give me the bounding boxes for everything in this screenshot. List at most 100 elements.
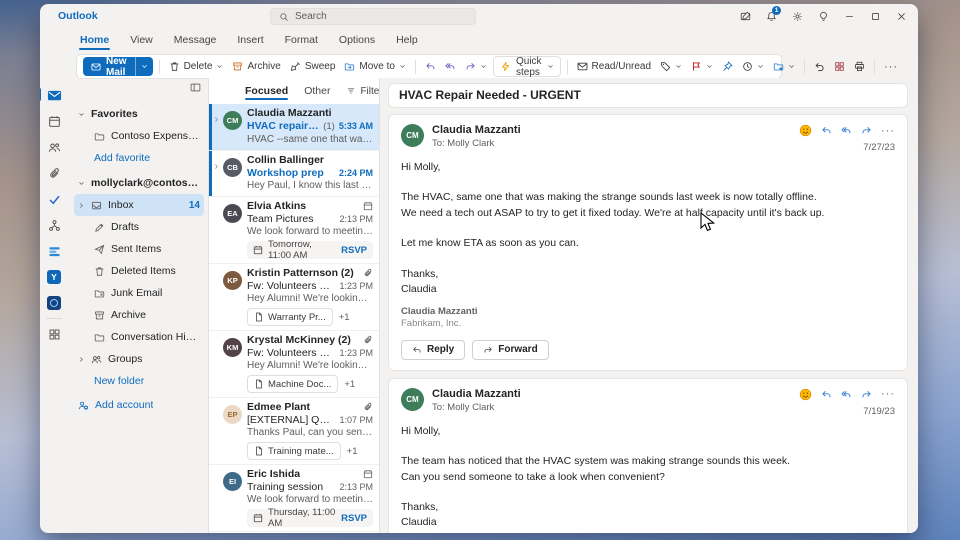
- account-header[interactable]: mollyclark@contoso.com: [74, 172, 204, 194]
- rail-org-explorer-icon[interactable]: [46, 217, 62, 233]
- folder-junk-email[interactable]: Junk Email: [74, 282, 204, 304]
- tips-lightbulb-icon[interactable]: [810, 5, 836, 27]
- more-actions-icon[interactable]: ···: [881, 126, 895, 136]
- avatar[interactable]: CM: [401, 124, 424, 147]
- rsvp-button[interactable]: RSVP: [341, 513, 367, 524]
- tab-format[interactable]: Format: [283, 32, 320, 48]
- tab-other[interactable]: Other: [304, 83, 330, 99]
- snooze-button[interactable]: [739, 59, 767, 74]
- minimize-button[interactable]: [836, 5, 862, 27]
- meeting-strip[interactable]: Tomorrow, 11:00 AM RSVP: [247, 241, 373, 259]
- feedback-icon[interactable]: [732, 5, 758, 27]
- rail-bookings-icon[interactable]: [46, 295, 62, 311]
- archive-button[interactable]: Archive: [229, 59, 283, 74]
- maximize-button[interactable]: [862, 5, 888, 27]
- pin-button[interactable]: [719, 59, 736, 74]
- reply-button[interactable]: Reply: [401, 340, 465, 360]
- search-input[interactable]: Search: [270, 8, 476, 25]
- close-button[interactable]: [888, 5, 914, 27]
- message-list-item[interactable]: KM Krystal McKinney (2) Fw: Volunteers N…: [209, 331, 379, 398]
- add-account-link[interactable]: Add account: [74, 394, 204, 416]
- move-to-button[interactable]: Move to: [341, 59, 409, 74]
- message-list-item[interactable]: CB Collin Ballinger Workshop prep2:24 PM…: [209, 151, 379, 197]
- message-list-item[interactable]: EP Edmee Plant [EXTERNAL] Quota per...1:…: [209, 398, 379, 465]
- apps-button[interactable]: [831, 59, 848, 74]
- read-unread-button[interactable]: Read/Unread: [574, 59, 654, 74]
- forward-button[interactable]: Forward: [472, 340, 548, 360]
- reply-all-icon[interactable]: [841, 125, 852, 136]
- message-list-item[interactable]: EI Eric Ishida Training session2:13 PM W…: [209, 465, 379, 532]
- sweep-button[interactable]: Sweep: [287, 59, 339, 74]
- folder-inbox[interactable]: Inbox 14: [74, 194, 204, 216]
- flag-button[interactable]: [688, 59, 716, 74]
- favorite-folder-contoso-expensese[interactable]: Contoso Expensese: [74, 125, 204, 147]
- collapse-pane-icon[interactable]: [190, 82, 201, 93]
- sender-name[interactable]: Claudia Mazzanti: [432, 388, 521, 401]
- reply-all-icon[interactable]: [841, 389, 852, 400]
- message-list-item[interactable]: CM Claudia Mazzanti HVAC repair needed -…: [209, 104, 379, 151]
- categorize-button[interactable]: [657, 59, 685, 74]
- rail-mail-icon[interactable]: [46, 87, 62, 103]
- reply-all-button[interactable]: [442, 59, 459, 74]
- filter-button[interactable]: Filter: [346, 86, 380, 97]
- rail-people-icon[interactable]: [46, 139, 62, 155]
- folder-groups[interactable]: Groups: [74, 348, 204, 370]
- forward-button[interactable]: [462, 59, 490, 74]
- rail-yammer-icon[interactable]: Y: [46, 269, 62, 285]
- rail-calendar-icon[interactable]: [46, 113, 62, 129]
- message-list-item[interactable]: DS Danial Sezer [EXTERNAL] Quota per...1…: [209, 532, 379, 533]
- attachment-more-count[interactable]: +1: [344, 379, 355, 390]
- delete-button[interactable]: Delete: [166, 59, 227, 74]
- tab-view[interactable]: View: [128, 32, 155, 48]
- forward-icon[interactable]: [861, 389, 872, 400]
- reply-icon[interactable]: [821, 125, 832, 136]
- rail-viva-engage-icon[interactable]: [46, 243, 62, 259]
- tab-insert[interactable]: Insert: [235, 32, 265, 48]
- new-mail-dropdown[interactable]: [135, 57, 153, 76]
- expand-conversation-icon[interactable]: [213, 116, 220, 123]
- attachment-chip[interactable]: Warranty Pr...: [247, 308, 333, 326]
- avatar[interactable]: CM: [401, 388, 424, 411]
- reaction-emoji-icon[interactable]: [799, 388, 812, 401]
- folder-deleted-items[interactable]: Deleted Items: [74, 260, 204, 282]
- quick-steps-button[interactable]: Quick steps: [493, 56, 561, 77]
- tab-home[interactable]: Home: [78, 32, 111, 48]
- sender-name[interactable]: Claudia Mazzanti: [432, 124, 521, 137]
- forward-icon[interactable]: [861, 125, 872, 136]
- message-list-item[interactable]: KP Kristin Patternson (2) Fw: Volunteers…: [209, 264, 379, 331]
- undo-button[interactable]: [811, 59, 828, 74]
- tab-focused[interactable]: Focused: [245, 83, 288, 99]
- attachment-chip[interactable]: Training mate...: [247, 442, 341, 460]
- message-list-item[interactable]: EA Elvia Atkins Team Pictures2:13 PM We …: [209, 197, 379, 264]
- reaction-emoji-icon[interactable]: [799, 124, 812, 137]
- meeting-strip[interactable]: Thursday, 11:00 AM RSVP: [247, 509, 373, 527]
- expand-conversation-icon[interactable]: [213, 163, 220, 170]
- reply-icon[interactable]: [821, 389, 832, 400]
- tab-options[interactable]: Options: [337, 32, 377, 48]
- rules-button[interactable]: [770, 59, 798, 74]
- folder-sent-items[interactable]: Sent Items: [74, 238, 204, 260]
- more-actions-icon[interactable]: ···: [881, 389, 895, 399]
- new-folder-link[interactable]: New folder: [74, 370, 204, 392]
- print-button[interactable]: [851, 59, 868, 74]
- folder-drafts[interactable]: Drafts: [74, 216, 204, 238]
- favorites-header[interactable]: Favorites: [74, 103, 204, 125]
- reply-button[interactable]: [422, 59, 439, 74]
- notifications-bell-icon[interactable]: 1: [758, 5, 784, 27]
- settings-gear-icon[interactable]: [784, 5, 810, 27]
- rail-files-paperclip-icon[interactable]: [46, 165, 62, 181]
- new-mail-button[interactable]: New Mail: [83, 57, 153, 76]
- folder-archive[interactable]: Archive: [74, 304, 204, 326]
- add-favorite-link[interactable]: Add favorite: [74, 147, 204, 169]
- attachment-more-count[interactable]: +1: [339, 312, 350, 323]
- rsvp-button[interactable]: RSVP: [341, 245, 367, 256]
- folder-conversation-history[interactable]: Conversation History: [74, 326, 204, 348]
- attachment-more-count[interactable]: +1: [347, 446, 358, 457]
- attachment-chip[interactable]: Machine Doc...: [247, 375, 338, 393]
- tab-help[interactable]: Help: [394, 32, 420, 48]
- tab-message[interactable]: Message: [172, 32, 219, 48]
- recipients[interactable]: To: Molly Clark: [432, 402, 521, 413]
- rail-more-apps-icon[interactable]: [46, 326, 62, 342]
- recipients[interactable]: To: Molly Clark: [432, 138, 521, 149]
- rail-todo-check-icon[interactable]: [46, 191, 62, 207]
